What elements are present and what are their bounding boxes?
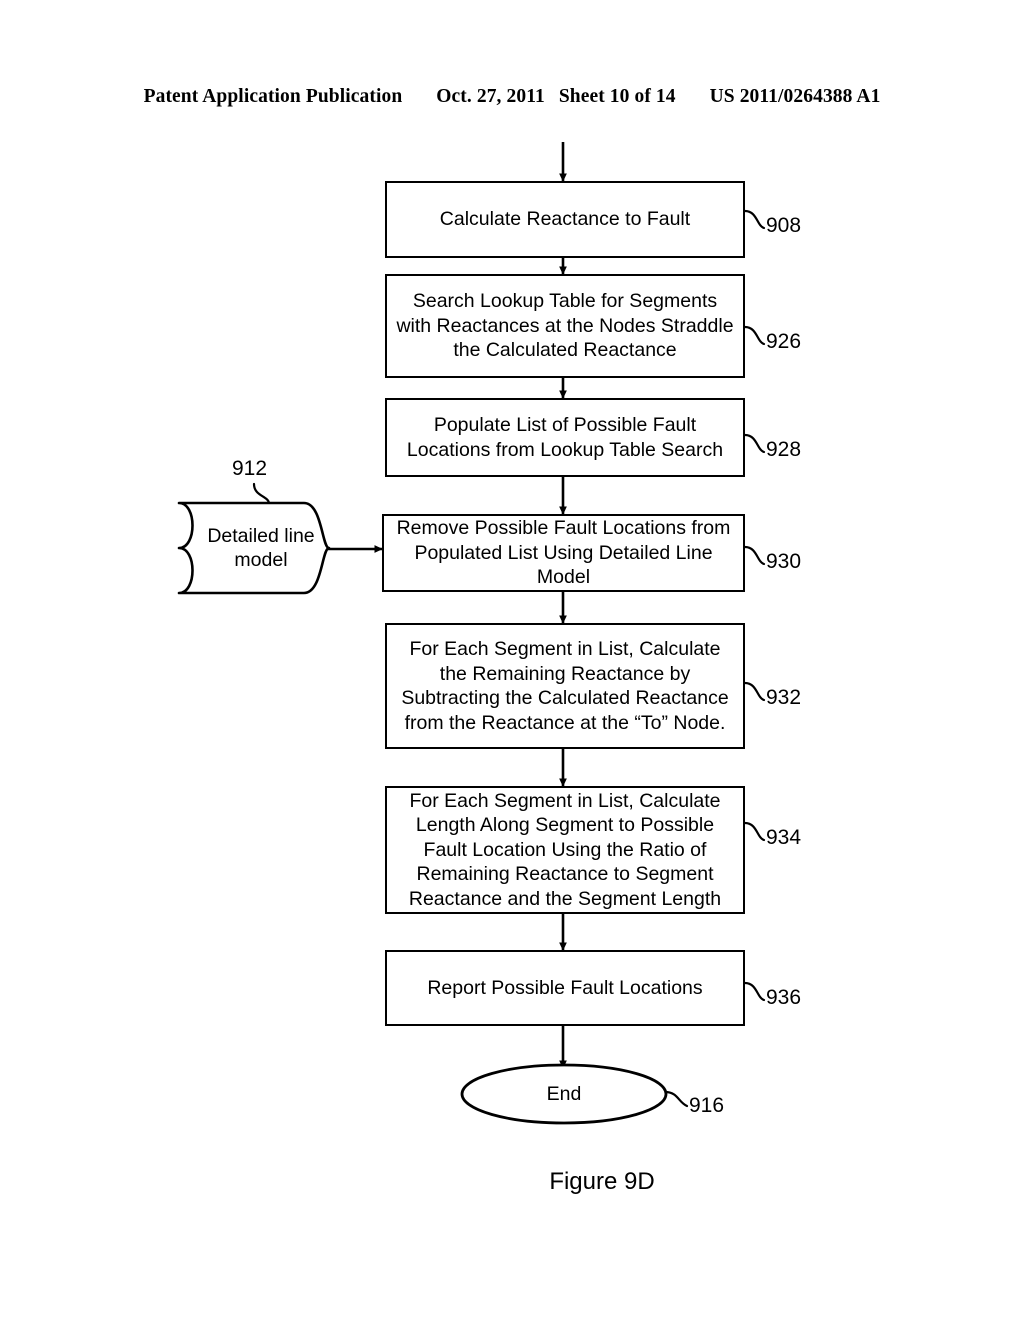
reference-numeral-908: 908: [766, 214, 802, 237]
leader-line-936: [743, 981, 766, 1002]
process-box-936[interactable]: Report Possible Fault Locations: [385, 950, 745, 1026]
leader-line-908: [743, 209, 766, 230]
figure-caption: Figure 9D: [549, 1168, 655, 1195]
reference-numeral-912: 912: [232, 457, 268, 480]
terminator-oval-916-label: End: [546, 1082, 582, 1105]
reference-numeral-936: 936: [766, 986, 802, 1009]
process-box-936-label: Report Possible Fault Locations: [427, 976, 703, 999]
process-box-926[interactable]: Search Lookup Table for Segments with Re…: [385, 274, 745, 378]
figure-caption-container: Figure 9D: [0, 1168, 1024, 1196]
process-box-908[interactable]: Calculate Reactance to Fault: [385, 181, 745, 258]
reference-numeral-916: 916: [689, 1094, 725, 1117]
reference-numeral-930: 930: [766, 550, 802, 573]
flowchart-diagram: Calculate Reactance to Fault 908 Search …: [0, 0, 1024, 1320]
leader-line-928: [743, 433, 766, 454]
leader-line-926: [743, 325, 766, 346]
leader-line-932: [743, 681, 766, 702]
process-box-930-label: Remove Possible Fault Locations from Pop…: [396, 517, 731, 589]
process-box-934-label: For Each Segment in List, Calculate Leng…: [408, 789, 722, 910]
process-box-932-label: For Each Segment in List, Calculate the …: [401, 638, 729, 734]
reference-numeral-932: 932: [766, 686, 802, 709]
reference-numeral-926: 926: [766, 330, 802, 353]
process-box-928[interactable]: Populate List of Possible Fault Location…: [385, 398, 745, 477]
leader-line-930: [743, 545, 766, 566]
leader-line-916: [663, 1090, 689, 1108]
process-box-934[interactable]: For Each Segment in List, Calculate Leng…: [385, 786, 745, 914]
leader-line-934: [743, 821, 766, 842]
terminator-oval-916[interactable]: End: [460, 1063, 668, 1125]
reference-numeral-934: 934: [766, 826, 802, 849]
process-box-928-label: Populate List of Possible Fault Location…: [406, 414, 724, 461]
data-shape-912-label: Detailed line model: [207, 524, 315, 572]
process-box-930[interactable]: Remove Possible Fault Locations from Pop…: [382, 514, 745, 592]
process-box-932[interactable]: For Each Segment in List, Calculate the …: [385, 623, 745, 749]
reference-numeral-928: 928: [766, 438, 802, 461]
process-box-926-label: Search Lookup Table for Segments with Re…: [396, 290, 734, 362]
data-shape-912[interactable]: Detailed line model: [176, 500, 332, 596]
process-box-908-label: Calculate Reactance to Fault: [439, 208, 691, 231]
